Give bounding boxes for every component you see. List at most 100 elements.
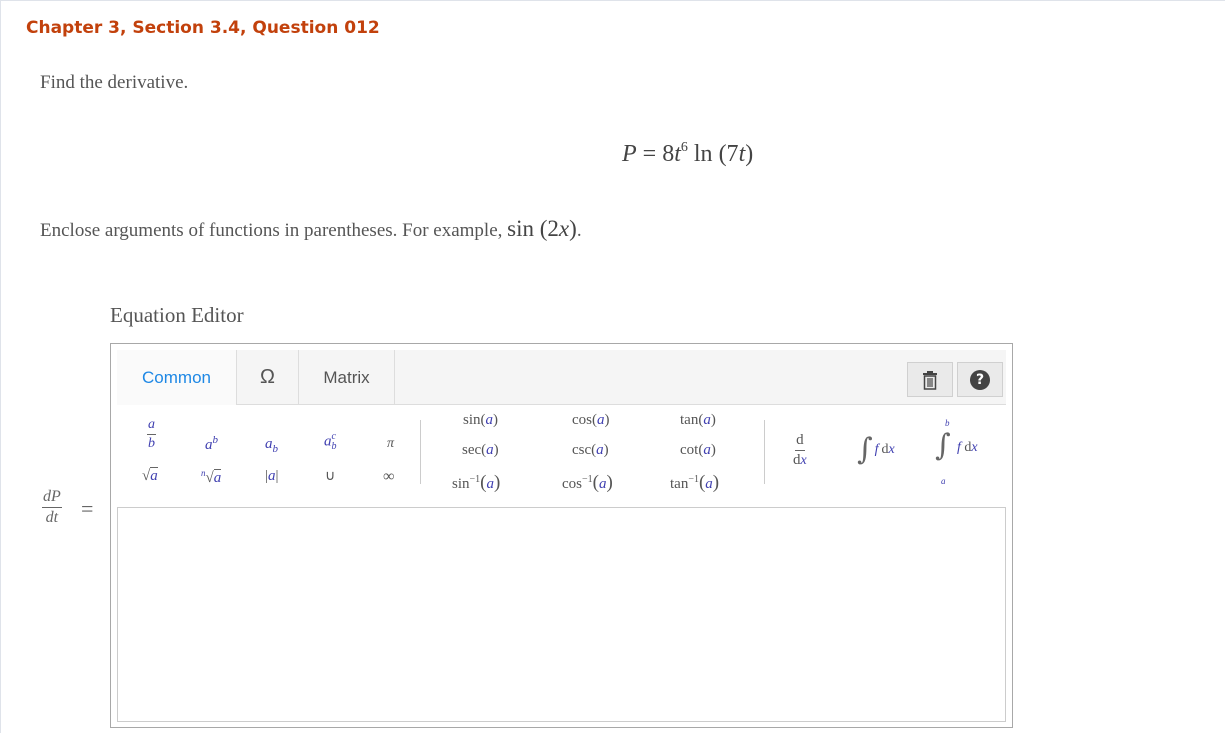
formula-fn: ln (693, 141, 713, 167)
abs-button[interactable]: |a| (265, 468, 279, 485)
subscript-base: a (265, 436, 273, 452)
tan-label: tan (680, 412, 699, 428)
subsup-button[interactable]: acb (324, 432, 337, 452)
cot-arg: a (703, 442, 711, 458)
nroot-arg: a (213, 469, 222, 486)
sqrt-arg: a (150, 467, 158, 484)
arccos-exp: −1 (582, 474, 593, 485)
cos-button[interactable]: cos(a) (572, 412, 610, 429)
trash-icon (923, 370, 937, 390)
arcsin-button[interactable]: sin−1(a) (452, 472, 500, 494)
formula-arg-open: (7 (718, 141, 739, 167)
nroot-button[interactable]: n√a (201, 468, 222, 487)
csc-button[interactable]: csc(a) (572, 442, 609, 459)
derivative-button[interactable]: d dx (793, 432, 807, 468)
subsup-base: a (324, 433, 332, 450)
hint-label: Enclose arguments of functions in parent… (40, 220, 503, 241)
formula-eq: = (642, 141, 657, 167)
tab-matrix[interactable]: Matrix (299, 350, 395, 405)
hint-example-open: (2 (539, 216, 559, 241)
abs-arg: a (268, 468, 276, 484)
sin-button[interactable]: sin(a) (463, 412, 498, 429)
subsup-sub: b (331, 441, 337, 452)
sec-label: sec (462, 442, 482, 458)
hint-example-close: ) (569, 216, 577, 241)
integral-x: x (888, 441, 895, 457)
derivative-den-var: x (800, 453, 807, 468)
sec-arg: a (486, 442, 494, 458)
tan-button[interactable]: tan(a) (680, 412, 716, 429)
tab-symbols[interactable]: Ω (237, 350, 299, 405)
question-formula: P = 8t6 ln (7t) (622, 140, 753, 168)
fraction-button[interactable]: a b (147, 416, 156, 451)
question-prompt: Find the derivative. (40, 72, 189, 93)
integral-sign: ∫ (857, 432, 873, 467)
arcsin-arg: a (486, 476, 494, 492)
sin-arg: a (485, 412, 494, 428)
sqrt-sign: √ (142, 468, 151, 484)
arcsin-label: sin (452, 476, 470, 492)
answer-lhs-num: dP (42, 489, 62, 508)
pi-button[interactable]: π (387, 436, 394, 452)
integral-button[interactable]: ∫ f d x (857, 432, 895, 467)
infinity-button[interactable]: ∞ (383, 468, 394, 486)
help-button[interactable]: ? (957, 362, 1003, 397)
arcsin-exp: −1 (469, 474, 481, 485)
arctan-exp: −1 (688, 474, 699, 485)
hint-example: sin (2x) (507, 216, 577, 241)
cos-label: cos (572, 412, 592, 428)
definite-integral-button[interactable]: b ∫ f dx a (935, 418, 1007, 492)
arctan-arg: a (705, 476, 713, 492)
sec-button[interactable]: sec(a) (462, 442, 499, 459)
formula-arg-close: ) (745, 141, 754, 167)
editor-toolbar: Common Ω Matrix ? (117, 350, 1006, 405)
arctan-button[interactable]: tan−1(a) (670, 472, 719, 494)
equation-editor-label: Equation Editor (110, 303, 244, 327)
answer-lhs-den: dt (45, 509, 59, 526)
nroot-sign: √ (205, 470, 214, 486)
hint-text: Enclose arguments of functions in parent… (40, 216, 582, 242)
def-integral-upper: b (945, 418, 950, 428)
fraction-num: a (147, 418, 156, 435)
sqrt-button[interactable]: √a (142, 467, 158, 485)
integral-f: f (874, 441, 879, 457)
derivative-num: d (795, 433, 805, 451)
formula-exp: 6 (680, 140, 688, 155)
union-button[interactable]: ∪ (325, 468, 335, 484)
arccos-label: cos (562, 476, 582, 492)
answer-lhs: dP dt (42, 488, 62, 526)
def-integral-f: f (957, 440, 961, 455)
fraction-den: b (148, 436, 155, 451)
cot-button[interactable]: cot(a) (680, 442, 716, 459)
equation-editor: Common Ω Matrix ? a b √a ab n√a ab |a| a… (110, 343, 1013, 728)
def-integral-sign: ∫ (935, 428, 951, 463)
arccos-button[interactable]: cos−1(a) (562, 472, 613, 494)
abs-close: | (275, 468, 279, 484)
hint-example-fn: sin (507, 216, 534, 241)
formula-var: t (674, 141, 681, 167)
power-base: a (205, 437, 213, 453)
subscript-sub: b (272, 443, 279, 455)
tan-arg: a (703, 412, 711, 428)
csc-label: csc (572, 442, 592, 458)
cos-arg: a (597, 412, 605, 428)
help-icon: ? (970, 369, 990, 390)
power-button[interactable]: ab (205, 434, 218, 454)
formula-coef: 8 (662, 141, 675, 167)
def-integral-x: x (971, 440, 978, 455)
palette-divider (420, 420, 421, 484)
sin-label: sin (463, 412, 481, 428)
editor-palette: a b √a ab n√a ab |a| acb ∪ π ∞ sin(a) co… (117, 408, 1006, 500)
tab-common[interactable]: Common (117, 350, 237, 405)
csc-arg: a (596, 442, 604, 458)
clear-button[interactable] (907, 362, 953, 397)
subscript-button[interactable]: ab (265, 436, 278, 455)
question-title: Chapter 3, Section 3.4, Question 012 (26, 18, 380, 38)
hint-period: . (576, 220, 582, 241)
palette-divider-2 (764, 420, 765, 484)
arctan-label: tan (670, 476, 689, 492)
derivative-den: d (793, 452, 801, 468)
answer-input[interactable] (117, 507, 1006, 722)
answer-equals: = (81, 496, 94, 521)
integral-d: d (881, 441, 889, 457)
